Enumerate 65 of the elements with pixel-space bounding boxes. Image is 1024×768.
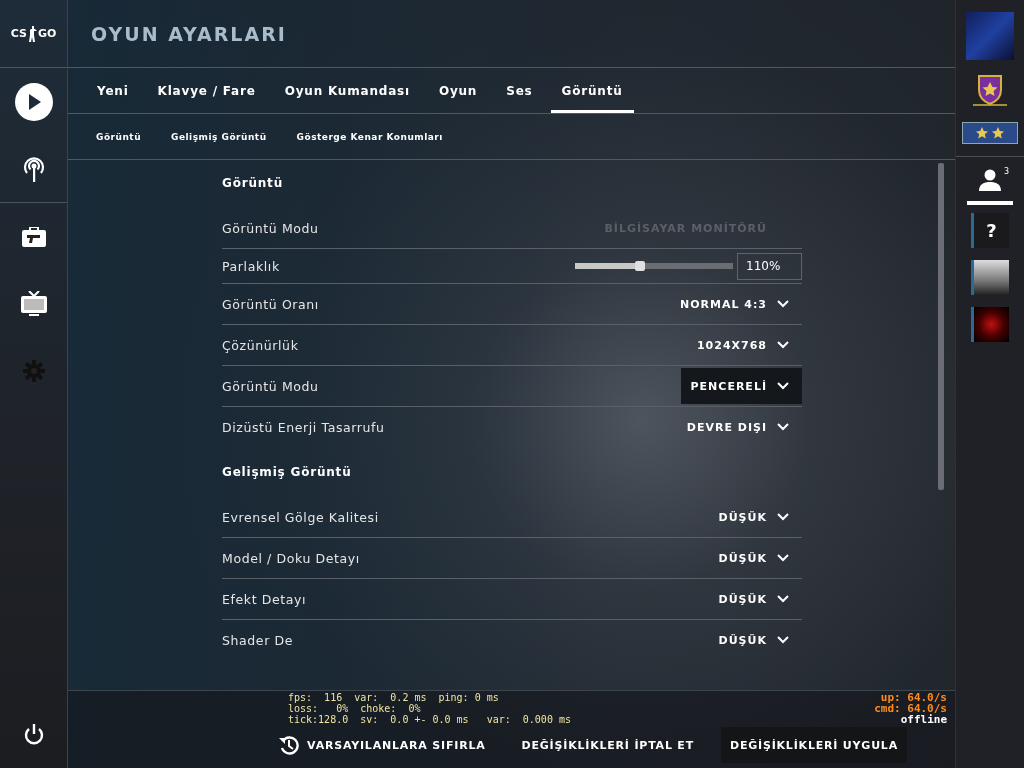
logo-text: GO: [37, 27, 57, 40]
dropdown[interactable]: PENCERELİ: [680, 368, 802, 404]
slider-track[interactable]: [575, 263, 733, 269]
chevron-down-icon: [777, 513, 789, 521]
subtab-link[interactable]: Gösterge Kenar Konumları: [296, 131, 443, 142]
setting-label: Görüntü Modu: [222, 220, 319, 236]
number-field[interactable]: 110%: [737, 252, 802, 280]
cancel-button[interactable]: DEĞİŞİKLİKLERİ İPTAL ET: [512, 727, 703, 763]
chevron-down-icon: [777, 300, 789, 308]
dropdown[interactable]: DÜŞÜK: [708, 499, 802, 535]
tab[interactable]: Görüntü: [550, 68, 634, 113]
reset-button[interactable]: VARSAYILANLARA SIFIRLA: [270, 727, 495, 763]
chevron-down-icon: [777, 554, 789, 562]
setting-label: Parlaklık: [222, 258, 280, 274]
logo-text: CS: [10, 27, 27, 40]
dropdown[interactable]: DEVRE DIŞI: [676, 409, 802, 445]
friend-avatar[interactable]: ?: [971, 213, 1009, 248]
dropdown[interactable]: NORMAL 4:3: [669, 286, 802, 322]
dropdown[interactable]: DÜŞÜK: [708, 622, 802, 658]
friend-avatar[interactable]: [971, 307, 1009, 342]
stars-icon: [975, 126, 1005, 140]
tv-icon[interactable]: [20, 290, 47, 317]
section-title: Görüntü: [222, 176, 284, 190]
dropdown[interactable]: 1024X768: [686, 327, 802, 363]
photo-placeholder[interactable]: [971, 260, 1009, 295]
chevron-down-icon: [777, 595, 789, 603]
page-title: OYUN AYARLARI: [91, 22, 287, 45]
soldier-icon: [27, 25, 37, 42]
section-title: Gelişmiş Görüntü: [222, 465, 353, 479]
chevron-down-icon: [777, 341, 789, 349]
setting-label: Görüntü Oranı: [222, 296, 319, 312]
setting-label: Dizüstü Enerji Tasarrufu: [222, 419, 385, 435]
setting-label: Evrensel Gölge Kalitesi: [222, 509, 379, 525]
tab[interactable]: Yeni: [86, 68, 140, 113]
tab[interactable]: Klavye / Fare: [146, 68, 267, 113]
apply-button[interactable]: DEĞİŞİKLİKLERİ UYGULA: [720, 727, 907, 763]
power-icon[interactable]: [22, 723, 45, 746]
setting-label: Efekt Detayı: [222, 591, 307, 607]
chevron-down-icon: [777, 423, 789, 431]
tab[interactable]: Ses: [495, 68, 544, 113]
net-graph-stat: cmd: 64.0/s: [874, 703, 947, 714]
person-icon[interactable]: [979, 169, 1001, 191]
dropdown[interactable]: DÜŞÜK: [708, 581, 802, 617]
subtab-link[interactable]: Görüntü: [96, 131, 142, 142]
subtab-link[interactable]: Gelişmiş Görüntü: [171, 131, 267, 142]
tab-underline: [967, 201, 1013, 205]
net-graph-text: fps: 116 var: 0.2 ms ping: 0 ms loss: 0% choke: 0% tick:128.0 sv: 0.0 +- 0.0 ms var: 0.000 ms: [288, 692, 571, 725]
chevron-down-icon: [777, 382, 789, 390]
scrollbar[interactable]: [938, 163, 944, 490]
briefcase-icon[interactable]: [21, 226, 46, 247]
setting-label: Görüntü Modu: [222, 378, 319, 394]
friend-count: 3: [1003, 167, 1009, 176]
history-icon: [279, 735, 300, 755]
slider-thumb[interactable]: [635, 261, 646, 271]
setting-label: Çözünürlük: [222, 337, 299, 353]
shield-badge-icon: [973, 74, 1007, 108]
tab[interactable]: Oyun: [427, 68, 489, 113]
tab[interactable]: Oyun Kumandası: [273, 68, 421, 113]
setting-label: Shader De: [222, 632, 293, 648]
setting-label: Model / Doku Detayı: [222, 550, 360, 566]
chevron-down-icon: [777, 636, 789, 644]
dropdown[interactable]: DÜŞÜK: [708, 540, 802, 576]
net-graph-stat: offline: [900, 714, 947, 725]
play-icon[interactable]: [14, 82, 53, 121]
net-graph-stat: up: 64.0/s: [880, 692, 947, 703]
